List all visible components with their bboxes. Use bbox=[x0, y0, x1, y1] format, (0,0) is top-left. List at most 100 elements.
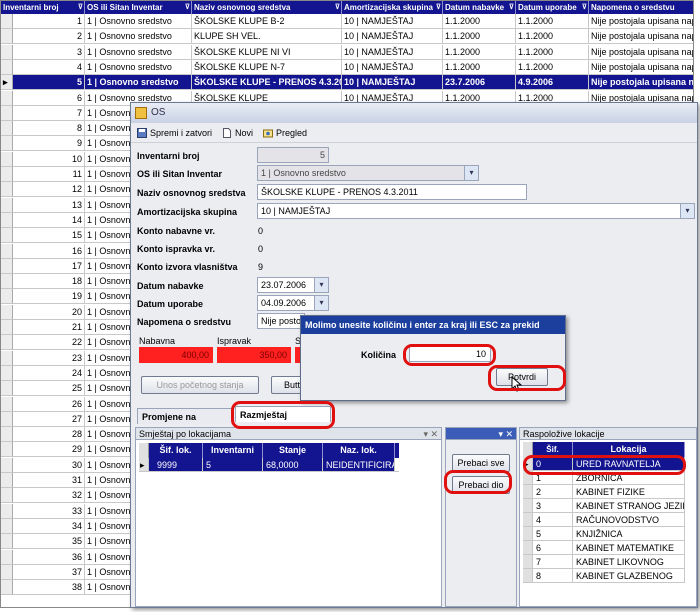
row-indicator[interactable] bbox=[1, 105, 13, 121]
row-indicator[interactable] bbox=[1, 228, 13, 244]
table-row[interactable]: 41 | Osnovno sredstvo ŠKOLSKE KLUPE N-7 10… bbox=[1, 59, 693, 75]
row-indicator[interactable] bbox=[1, 212, 13, 228]
filter-icon[interactable]: ⊽ bbox=[582, 1, 587, 14]
chevron-down-icon[interactable]: ▾ bbox=[314, 296, 328, 310]
filter-icon[interactable]: ⊽ bbox=[436, 1, 441, 14]
location-row[interactable]: 4 RAČUNOVODSTVO bbox=[523, 513, 685, 527]
row-indicator[interactable] bbox=[1, 29, 13, 45]
col-naz-lok[interactable]: Naz. lok. bbox=[323, 443, 395, 458]
row-indicator[interactable] bbox=[1, 258, 13, 274]
chevron-down-icon[interactable]: ▾ bbox=[680, 204, 694, 218]
filter-icon[interactable]: ⊽ bbox=[78, 1, 83, 14]
pin-icon[interactable]: ▾ ✕ bbox=[423, 428, 438, 440]
row-indicator[interactable] bbox=[1, 396, 13, 412]
location-row[interactable]: 7 KABINET LIKOVNOG bbox=[523, 555, 685, 569]
smjestaj-row[interactable]: ▸ 9999 5 68,0000 NEIDENTIFICIRA bbox=[139, 458, 399, 472]
col-sif-lokacije[interactable]: Šif. lokacije bbox=[533, 442, 573, 469]
row-indicator[interactable] bbox=[1, 457, 13, 473]
col-header-inv[interactable]: Inventarni broj ⊽ bbox=[1, 1, 85, 14]
col-stanje[interactable]: Stanje bbox=[263, 443, 323, 458]
col-header-naz[interactable]: Naziv osnovnog sredstva ⊽ bbox=[192, 1, 342, 14]
location-row[interactable]: 8 KABINET GLAZBENOG bbox=[523, 569, 685, 583]
chevron-down-icon[interactable]: ▾ bbox=[314, 278, 328, 292]
table-row[interactable]: 11 | Osnovno sredstvo ŠKOLSKE KLUPE B-2 10… bbox=[1, 14, 693, 29]
row-indicator[interactable] bbox=[1, 289, 13, 305]
row-indicator[interactable] bbox=[1, 411, 13, 427]
dn-datepicker[interactable]: 23.07.2006 ▾ bbox=[257, 277, 329, 293]
location-row[interactable]: 6 KABINET MATEMATIKE bbox=[523, 541, 685, 555]
row-indicator[interactable] bbox=[1, 320, 13, 335]
col-sif-lok[interactable]: Šif. lok. bbox=[149, 443, 203, 458]
row-indicator[interactable] bbox=[1, 304, 13, 320]
col-lokacija[interactable]: Lokacija bbox=[573, 442, 685, 457]
new-button[interactable]: Novi bbox=[222, 127, 253, 138]
prebaci-dio-button[interactable]: Prebaci dio bbox=[452, 476, 510, 494]
location-row[interactable]: 5 KNJIŽNICA bbox=[523, 527, 685, 541]
col-header-os[interactable]: OS ili Sitan Inventar ⊽ bbox=[85, 1, 192, 14]
os-select[interactable]: 1 | Osnovno sredstvo ▾ bbox=[257, 165, 479, 181]
ispravak-field[interactable]: 350,00 bbox=[217, 347, 291, 363]
row-indicator[interactable] bbox=[1, 365, 13, 381]
location-row[interactable]: ▸ 0 URED RAVNATELJA bbox=[523, 457, 685, 471]
row-indicator[interactable] bbox=[1, 473, 13, 488]
location-row[interactable]: 3 KABINET STRANOG JEZIKA bbox=[523, 499, 685, 513]
row-indicator[interactable] bbox=[1, 350, 13, 366]
kolicina-input[interactable]: 10 bbox=[409, 346, 491, 362]
col-header-nap[interactable]: Napomena o sredstvu bbox=[589, 1, 693, 14]
row-indicator[interactable]: ▸ bbox=[1, 75, 13, 91]
row-indicator[interactable] bbox=[1, 488, 13, 504]
col-inv[interactable]: Inventarni broj bbox=[203, 443, 263, 470]
row-indicator[interactable] bbox=[1, 182, 13, 198]
col-header-du[interactable]: Datum uporabe ⊽ bbox=[516, 1, 589, 14]
tab-promjene[interactable]: Promjene na sredstvu bbox=[137, 408, 233, 438]
filter-icon[interactable]: ⊽ bbox=[335, 1, 340, 14]
prebaci-sve-button[interactable]: Prebaci sve bbox=[452, 454, 510, 472]
col-header-am[interactable]: Amortizacijska skupina ⊽ bbox=[342, 1, 443, 14]
row-indicator[interactable] bbox=[1, 381, 13, 397]
filter-icon[interactable]: ⊽ bbox=[509, 1, 514, 14]
location-row[interactable]: 2 KABINET FIZIKE bbox=[523, 485, 685, 499]
row-indicator[interactable] bbox=[1, 549, 13, 565]
row-indicator[interactable] bbox=[1, 534, 13, 550]
row-indicator[interactable] bbox=[1, 90, 13, 106]
nap-field[interactable]: Nije posto bbox=[257, 313, 305, 329]
location-row[interactable]: 1 ZBORNICA bbox=[523, 471, 685, 485]
row-indicator[interactable] bbox=[1, 518, 13, 534]
tab-razmjestaj[interactable]: Razmještaj sredstva bbox=[235, 406, 331, 436]
row-indicator[interactable] bbox=[1, 335, 13, 351]
col-header-dn[interactable]: Datum nabavke ⊽ bbox=[443, 1, 516, 14]
row-indicator[interactable] bbox=[1, 151, 13, 167]
row-indicator[interactable] bbox=[1, 121, 13, 137]
inv-field[interactable]: 5 bbox=[257, 147, 329, 163]
row-indicator[interactable] bbox=[1, 167, 13, 182]
view-button[interactable]: Pregled bbox=[263, 128, 307, 138]
du-datepicker[interactable]: 04.09.2006 ▾ bbox=[257, 295, 329, 311]
prompt-title[interactable]: Molimo unesite količinu i enter za kraj … bbox=[301, 316, 565, 334]
am-select[interactable]: 10 | NAMJEŠTAJ ▾ bbox=[257, 203, 695, 219]
dialog-title-bar[interactable]: OS bbox=[131, 103, 697, 123]
row-indicator[interactable] bbox=[1, 14, 13, 29]
filter-icon[interactable]: ⊽ bbox=[185, 1, 190, 14]
row-indicator[interactable] bbox=[1, 442, 13, 458]
row-indicator[interactable] bbox=[1, 564, 13, 580]
row-indicator[interactable] bbox=[1, 44, 13, 60]
table-row[interactable]: 31 | Osnovno sredstvo ŠKOLSKE KLUPE NI VI… bbox=[1, 44, 693, 60]
nabavna-field[interactable]: 400,00 bbox=[139, 347, 213, 363]
table-row[interactable]: ▸ 5 1 | Osnovno sredstvo ŠKOLSKE KLUPE - PR… bbox=[1, 75, 693, 91]
cell-inv: 21 bbox=[13, 320, 85, 335]
truncated-button[interactable]: Butt bbox=[271, 376, 303, 394]
unos-pocetnog-stanja-button[interactable]: Unos početnog stanja bbox=[141, 376, 259, 394]
row-indicator[interactable] bbox=[1, 503, 13, 519]
row-indicator[interactable] bbox=[1, 197, 13, 213]
row-indicator[interactable] bbox=[1, 580, 13, 596]
naz-field[interactable]: ŠKOLSKE KLUPE - PRENOS 4.3.2011 bbox=[257, 184, 527, 200]
row-indicator[interactable] bbox=[1, 427, 13, 443]
chevron-down-icon[interactable]: ▾ bbox=[464, 166, 478, 180]
save-close-button[interactable]: Spremi i zatvori bbox=[137, 127, 212, 138]
row-indicator[interactable] bbox=[1, 243, 13, 259]
row-indicator[interactable] bbox=[1, 136, 13, 152]
konto-nab-value: 0 bbox=[258, 226, 264, 236]
table-row[interactable]: 21 | Osnovno sredstvo KLUPE SH VEL. 10 | N… bbox=[1, 29, 693, 45]
row-indicator[interactable] bbox=[1, 59, 13, 75]
row-indicator[interactable] bbox=[1, 274, 13, 290]
